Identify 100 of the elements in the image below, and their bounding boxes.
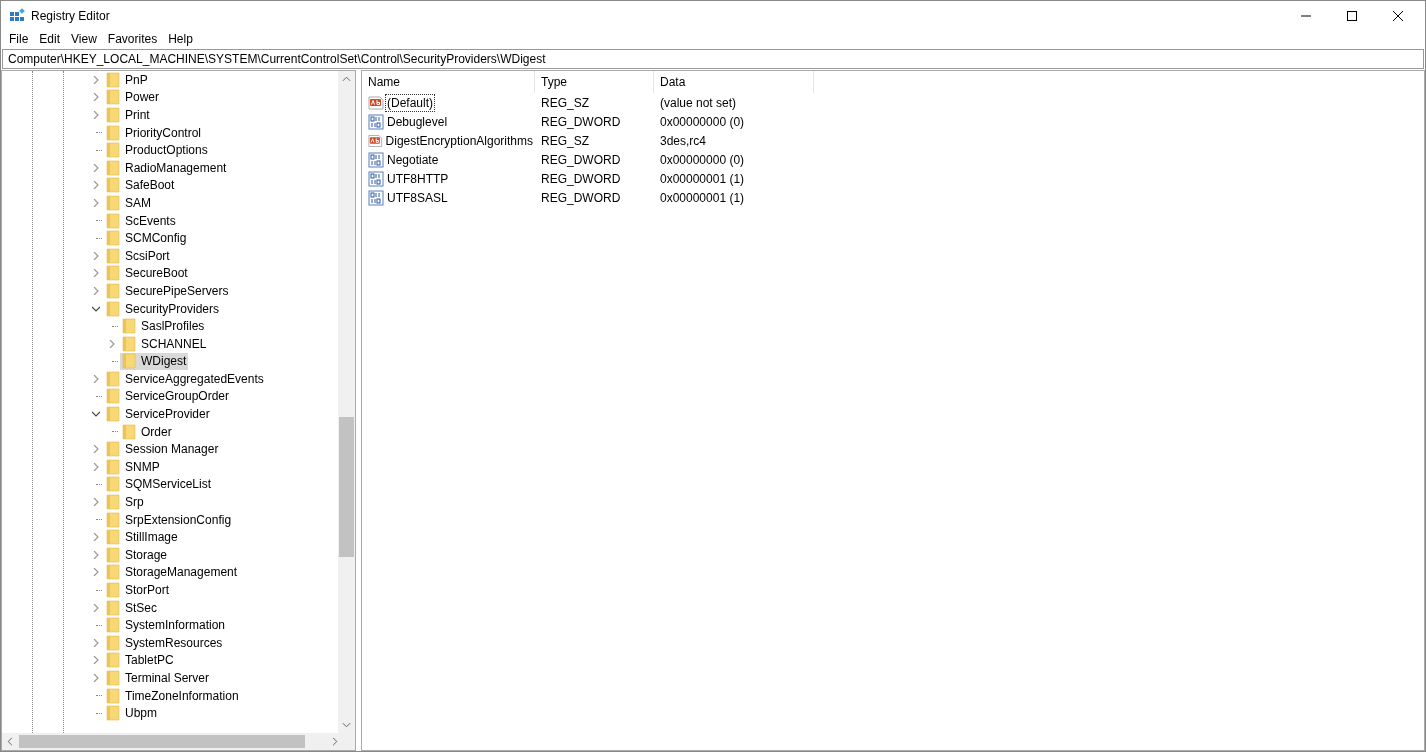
folder-icon — [106, 564, 120, 581]
menu-item[interactable]: Edit — [33, 32, 66, 46]
binary-value-icon — [368, 113, 384, 130]
column-header[interactable]: Name — [362, 71, 535, 93]
folder-icon — [106, 124, 120, 141]
folder-icon — [106, 212, 120, 229]
tree-item[interactable]: SrpExtensionConfig — [104, 511, 234, 529]
folder-icon — [106, 529, 120, 546]
folder-icon — [106, 265, 120, 282]
column-header[interactable]: Data — [654, 71, 814, 93]
folder-icon — [106, 705, 120, 722]
menu-item[interactable]: View — [65, 32, 102, 46]
value-data: 3des,rc4 — [659, 133, 708, 148]
tree-item[interactable]: TimeZoneInformation — [104, 687, 241, 705]
value-name[interactable]: Debuglevel — [385, 112, 450, 131]
tree-item[interactable]: Terminal Server — [104, 669, 212, 687]
menu-item[interactable]: Help — [162, 32, 198, 46]
tree-item[interactable]: SystemInformation — [104, 616, 228, 634]
folder-icon — [106, 194, 120, 211]
folder-icon — [106, 282, 120, 299]
tree-item[interactable]: ScEvents — [104, 212, 178, 230]
menu-item[interactable]: Favorites — [101, 32, 163, 46]
tree-item[interactable]: WDigest — [120, 352, 189, 370]
tree-item[interactable]: SecurePipeServers — [104, 282, 231, 300]
tree-item[interactable]: Session Manager — [104, 440, 221, 458]
tree-item[interactable]: StorageManagement — [104, 563, 240, 581]
vertical-scrollbar[interactable] — [338, 71, 355, 733]
tree-item[interactable]: ServiceProvider — [104, 405, 212, 423]
binary-value-icon — [368, 189, 384, 206]
value-type: REG_DWORD — [540, 190, 622, 205]
value-name[interactable]: DigestEncryptionAlgorithms — [383, 131, 535, 150]
folder-icon — [106, 388, 120, 405]
folder-icon — [106, 230, 120, 247]
expander-icon[interactable] — [92, 410, 100, 419]
tree-item[interactable]: SecurityProviders — [104, 300, 222, 317]
tree-item[interactable]: ServiceGroupOrder — [104, 388, 232, 405]
tree-item[interactable]: SafeBoot — [104, 176, 177, 194]
window-title: Registry Editor — [31, 8, 110, 23]
address-bar[interactable]: Computer\HKEY_LOCAL_MACHINE\SYSTEM\CurrentControlSet\Control\SecurityProviders\WDigest — [2, 49, 1424, 69]
tree-item[interactable]: Ubpm — [104, 704, 159, 722]
folder-icon — [106, 634, 120, 651]
folder-icon — [106, 370, 120, 387]
tree-item[interactable]: SAM — [104, 194, 153, 212]
tree-item[interactable]: SCHANNEL — [120, 335, 209, 353]
tree-item[interactable]: StorPort — [104, 581, 171, 599]
folder-icon — [106, 546, 120, 563]
tree-item[interactable]: SystemResources — [104, 634, 225, 652]
folder-icon — [106, 107, 120, 123]
tree-item[interactable]: SaslProfiles — [120, 317, 207, 335]
tree-item[interactable]: Srp — [104, 493, 146, 511]
folder-icon — [106, 599, 120, 616]
menu-item[interactable]: File — [3, 32, 34, 46]
registry-app-icon — [9, 7, 25, 24]
folder-icon — [106, 582, 120, 598]
expander-icon[interactable] — [92, 304, 100, 313]
folder-icon — [106, 652, 120, 669]
value-name[interactable]: (Default) — [385, 93, 435, 112]
tree-item[interactable]: SNMP — [104, 458, 162, 476]
binary-value-icon — [368, 151, 384, 168]
scroll-thumb[interactable] — [339, 417, 354, 557]
folder-icon — [106, 406, 120, 423]
tree-item[interactable]: Order — [120, 423, 174, 441]
value-name[interactable]: UTF8SASL — [385, 188, 450, 207]
scroll-right-icon[interactable] — [332, 737, 338, 746]
folder-icon — [122, 423, 136, 440]
tree-item[interactable]: ScsiPort — [104, 247, 172, 265]
tree-item[interactable]: PriorityControl — [104, 124, 204, 142]
tree-item[interactable]: ProductOptions — [104, 141, 210, 159]
tree-item[interactable]: Power — [104, 88, 161, 106]
tree-item[interactable]: SecureBoot — [104, 264, 190, 282]
value-name[interactable]: Negotiate — [385, 150, 441, 169]
folder-icon — [106, 670, 120, 686]
value-type: REG_SZ — [540, 95, 590, 110]
value-data: 0x00000000 (0) — [659, 114, 746, 129]
tree-item[interactable]: TabletPC — [104, 651, 176, 669]
value-name[interactable]: UTF8HTTP — [385, 169, 451, 188]
value-data: 0x00000001 (1) — [659, 190, 746, 205]
tree-item[interactable]: StSec — [104, 599, 159, 617]
scroll-up-icon[interactable] — [342, 76, 351, 82]
column-header[interactable]: Type — [535, 71, 654, 93]
tree-item[interactable]: PnP — [104, 71, 150, 89]
tree-item[interactable]: SQMServiceList — [104, 475, 214, 493]
folder-icon — [106, 177, 120, 194]
scroll-thumb[interactable] — [19, 735, 305, 748]
tree-item[interactable]: RadioManagement — [104, 159, 229, 177]
tree-item[interactable]: Print — [104, 106, 152, 124]
tree-item[interactable]: ServiceAggregatedEvents — [104, 370, 266, 388]
folder-icon — [106, 71, 120, 88]
folder-icon — [106, 687, 120, 704]
maximize-icon — [1347, 10, 1357, 21]
folder-icon — [106, 511, 120, 528]
tree-item[interactable]: SCMConfig — [104, 229, 189, 247]
string-value-icon — [368, 94, 384, 111]
scroll-left-icon[interactable] — [7, 737, 13, 746]
folder-icon — [106, 617, 120, 634]
tree-item[interactable]: StillImage — [104, 528, 180, 546]
tree-item[interactable]: Storage — [104, 546, 170, 564]
value-type: REG_DWORD — [540, 152, 622, 167]
scroll-down-icon[interactable] — [342, 722, 351, 728]
string-value-icon — [368, 132, 383, 149]
